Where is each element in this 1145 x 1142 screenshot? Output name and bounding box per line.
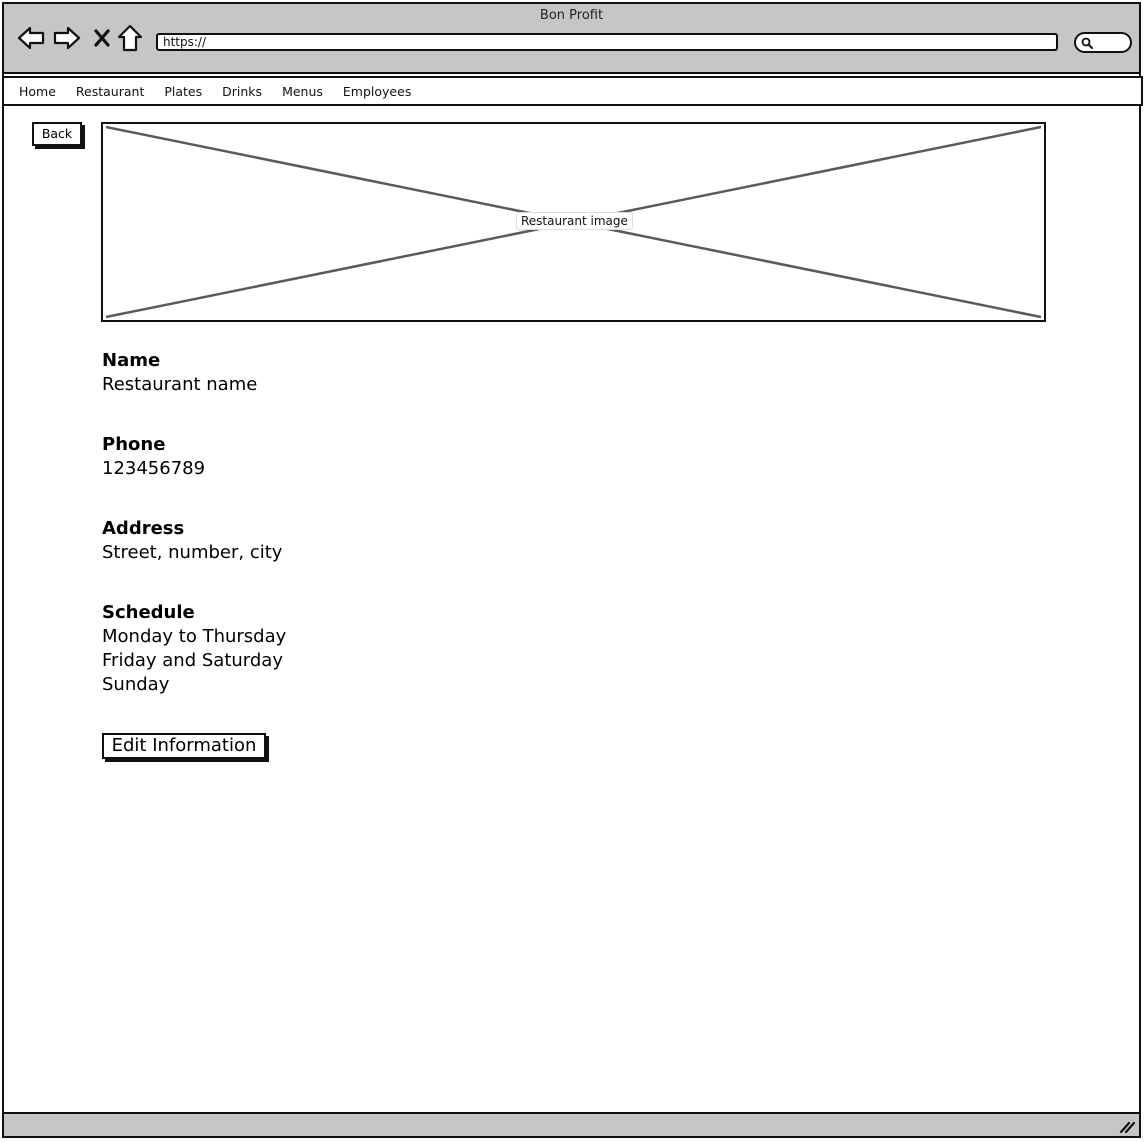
restaurant-image-placeholder: Restaurant image [101, 122, 1046, 322]
url-input[interactable]: https:// [156, 33, 1058, 51]
back-button[interactable]: Back [32, 122, 82, 146]
schedule-line: Sunday [102, 674, 170, 695]
close-icon[interactable] [87, 23, 117, 53]
menu-item-home[interactable]: Home [18, 82, 57, 101]
name-value: Restaurant name [102, 374, 258, 395]
menu-item-plates[interactable]: Plates [163, 82, 203, 101]
name-label: Name [102, 350, 161, 371]
search-icon [1081, 37, 1093, 49]
schedule-field: Schedule Monday to Thursday Friday and S… [102, 601, 286, 697]
address-value: Street, number, city [102, 542, 283, 563]
phone-field: Phone 123456789 [102, 433, 205, 481]
window-title: Bon Profit [539, 8, 604, 23]
schedule-line: Monday to Thursday [102, 626, 287, 647]
name-field: Name Restaurant name [102, 349, 257, 397]
browser-titlebar: Bon Profit https:// [4, 4, 1139, 74]
address-label: Address [102, 518, 185, 539]
menu-item-employees[interactable]: Employees [342, 82, 412, 101]
menu-item-menus[interactable]: Menus [281, 82, 324, 101]
status-bar [4, 1112, 1139, 1136]
phone-value: 123456789 [102, 458, 206, 479]
home-icon[interactable] [115, 23, 145, 53]
menu-item-restaurant[interactable]: Restaurant [75, 82, 145, 101]
menu-item-drinks[interactable]: Drinks [221, 82, 263, 101]
schedule-line: Friday and Saturday [102, 650, 283, 671]
search-field[interactable] [1074, 32, 1132, 53]
schedule-label: Schedule [102, 602, 195, 623]
phone-label: Phone [102, 434, 166, 455]
browser-window: Bon Profit https:// Home Restaurant Plat… [2, 2, 1143, 1138]
address-field: Address Street, number, city [102, 517, 282, 565]
image-caption: Restaurant image [516, 212, 633, 230]
edit-information-button[interactable]: Edit Information [102, 733, 266, 759]
main-menu: Home Restaurant Plates Drinks Menus Empl… [2, 76, 1143, 106]
back-arrow-icon[interactable] [16, 23, 46, 53]
resize-grip-icon[interactable] [1119, 1119, 1135, 1133]
forward-arrow-icon[interactable] [52, 23, 82, 53]
